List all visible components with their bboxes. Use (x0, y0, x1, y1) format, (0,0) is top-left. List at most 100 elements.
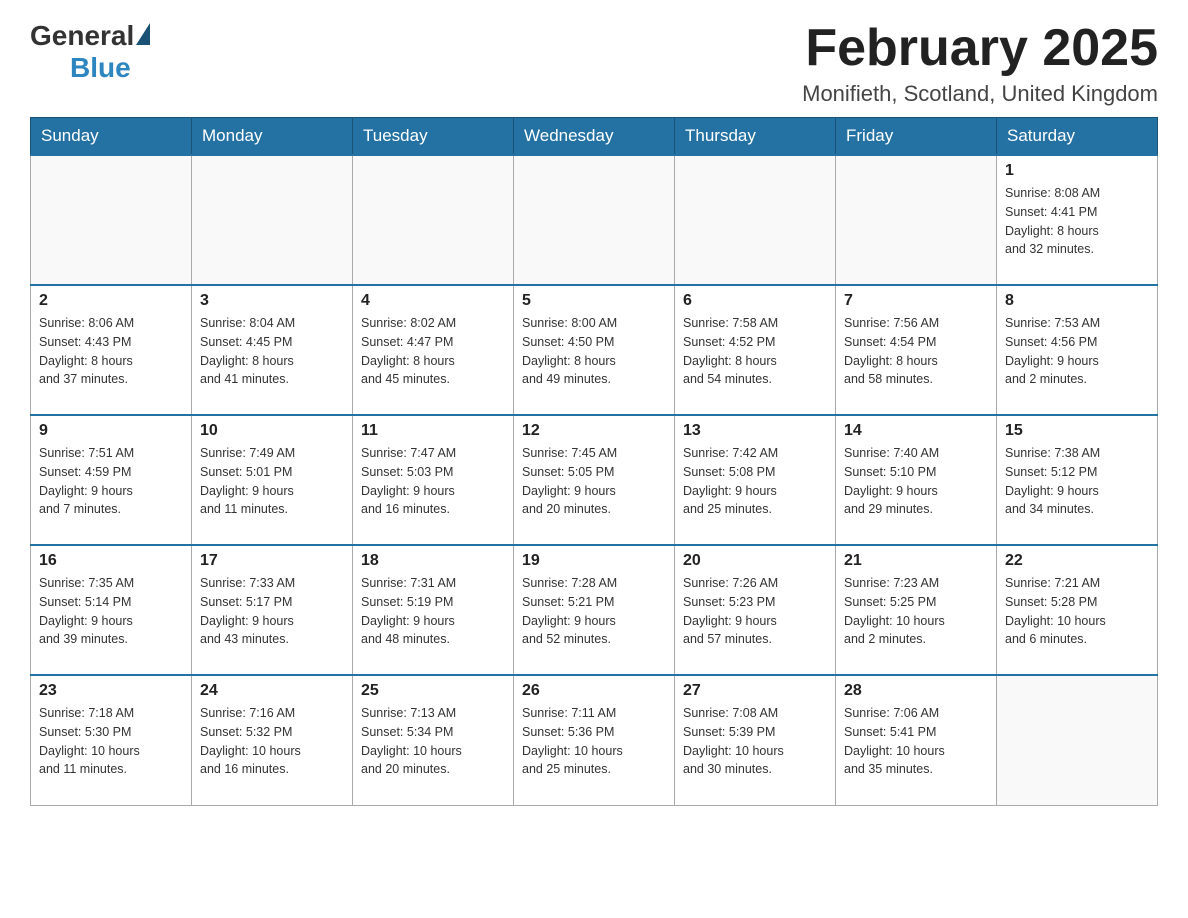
day-info: Sunrise: 7:38 AM Sunset: 5:12 PM Dayligh… (1005, 444, 1149, 519)
calendar-day-header: Monday (192, 118, 353, 156)
day-number: 1 (1005, 162, 1149, 180)
day-number: 22 (1005, 552, 1149, 570)
day-info: Sunrise: 7:56 AM Sunset: 4:54 PM Dayligh… (844, 314, 988, 389)
day-info: Sunrise: 7:06 AM Sunset: 5:41 PM Dayligh… (844, 704, 988, 779)
day-number: 21 (844, 552, 988, 570)
calendar-cell: 28 Sunrise: 7:06 AM Sunset: 5:41 PM Dayli… (836, 675, 997, 805)
calendar-cell: 20 Sunrise: 7:26 AM Sunset: 5:23 PM Dayli… (675, 545, 836, 675)
calendar-cell (31, 155, 192, 285)
day-number: 9 (39, 422, 183, 440)
calendar-cell (192, 155, 353, 285)
day-info: Sunrise: 7:33 AM Sunset: 5:17 PM Dayligh… (200, 574, 344, 649)
day-number: 26 (522, 682, 666, 700)
calendar-cell: 6 Sunrise: 7:58 AM Sunset: 4:52 PM Daylig… (675, 285, 836, 415)
logo: General Blue (30, 20, 150, 84)
calendar-cell (997, 675, 1158, 805)
day-info: Sunrise: 7:08 AM Sunset: 5:39 PM Dayligh… (683, 704, 827, 779)
calendar-day-header: Wednesday (514, 118, 675, 156)
calendar-cell: 21 Sunrise: 7:23 AM Sunset: 5:25 PM Dayli… (836, 545, 997, 675)
calendar-cell: 14 Sunrise: 7:40 AM Sunset: 5:10 PM Dayli… (836, 415, 997, 545)
calendar-cell: 5Sunrise: 8:00 AM Sunset: 4:50 PM Daylig… (514, 285, 675, 415)
calendar-day-header: Friday (836, 118, 997, 156)
calendar-day-header: Tuesday (353, 118, 514, 156)
page-header: General Blue February 2025 Monifieth, Sc… (30, 20, 1158, 107)
calendar-week-row: 9 Sunrise: 7:51 AM Sunset: 4:59 PM Daylig… (31, 415, 1158, 545)
day-number: 12 (522, 422, 666, 440)
calendar-week-row: 16 Sunrise: 7:35 AM Sunset: 5:14 PM Dayli… (31, 545, 1158, 675)
calendar-cell: 18 Sunrise: 7:31 AM Sunset: 5:19 PM Dayli… (353, 545, 514, 675)
calendar-cell: 19 Sunrise: 7:28 AM Sunset: 5:21 PM Dayli… (514, 545, 675, 675)
calendar-cell: 17 Sunrise: 7:33 AM Sunset: 5:17 PM Dayli… (192, 545, 353, 675)
day-info: Sunrise: 7:40 AM Sunset: 5:10 PM Dayligh… (844, 444, 988, 519)
day-info: Sunrise: 7:16 AM Sunset: 5:32 PM Dayligh… (200, 704, 344, 779)
day-info: Sunrise: 7:47 AM Sunset: 5:03 PM Dayligh… (361, 444, 505, 519)
calendar-cell: 12 Sunrise: 7:45 AM Sunset: 5:05 PM Dayli… (514, 415, 675, 545)
day-info: Sunrise: 7:53 AM Sunset: 4:56 PM Dayligh… (1005, 314, 1149, 389)
location-title: Monifieth, Scotland, United Kingdom (802, 81, 1158, 107)
calendar-day-header: Saturday (997, 118, 1158, 156)
day-info: Sunrise: 7:35 AM Sunset: 5:14 PM Dayligh… (39, 574, 183, 649)
calendar-cell: 15 Sunrise: 7:38 AM Sunset: 5:12 PM Dayli… (997, 415, 1158, 545)
day-info: Sunrise: 7:42 AM Sunset: 5:08 PM Dayligh… (683, 444, 827, 519)
calendar-header-row: SundayMondayTuesdayWednesdayThursdayFrid… (31, 118, 1158, 156)
day-info: Sunrise: 7:28 AM Sunset: 5:21 PM Dayligh… (522, 574, 666, 649)
calendar-cell: 27Sunrise: 7:08 AM Sunset: 5:39 PM Dayli… (675, 675, 836, 805)
calendar-cell: 9 Sunrise: 7:51 AM Sunset: 4:59 PM Daylig… (31, 415, 192, 545)
calendar-cell (353, 155, 514, 285)
day-info: Sunrise: 7:58 AM Sunset: 4:52 PM Dayligh… (683, 314, 827, 389)
day-number: 2 (39, 292, 183, 310)
day-number: 14 (844, 422, 988, 440)
day-info: Sunrise: 7:49 AM Sunset: 5:01 PM Dayligh… (200, 444, 344, 519)
day-number: 4 (361, 292, 505, 310)
day-number: 16 (39, 552, 183, 570)
day-number: 25 (361, 682, 505, 700)
day-info: Sunrise: 7:18 AM Sunset: 5:30 PM Dayligh… (39, 704, 183, 779)
day-number: 18 (361, 552, 505, 570)
calendar-cell: 7Sunrise: 7:56 AM Sunset: 4:54 PM Daylig… (836, 285, 997, 415)
calendar-cell: 26 Sunrise: 7:11 AM Sunset: 5:36 PM Dayli… (514, 675, 675, 805)
day-number: 17 (200, 552, 344, 570)
day-number: 24 (200, 682, 344, 700)
calendar-cell: 8 Sunrise: 7:53 AM Sunset: 4:56 PM Daylig… (997, 285, 1158, 415)
day-number: 13 (683, 422, 827, 440)
calendar-cell (836, 155, 997, 285)
day-number: 15 (1005, 422, 1149, 440)
day-number: 8 (1005, 292, 1149, 310)
day-number: 6 (683, 292, 827, 310)
day-info: Sunrise: 7:45 AM Sunset: 5:05 PM Dayligh… (522, 444, 666, 519)
day-info: Sunrise: 7:51 AM Sunset: 4:59 PM Dayligh… (39, 444, 183, 519)
day-info: Sunrise: 7:23 AM Sunset: 5:25 PM Dayligh… (844, 574, 988, 649)
calendar-cell: 23Sunrise: 7:18 AM Sunset: 5:30 PM Dayli… (31, 675, 192, 805)
month-title: February 2025 (802, 20, 1158, 77)
day-info: Sunrise: 7:31 AM Sunset: 5:19 PM Dayligh… (361, 574, 505, 649)
calendar-cell: 13 Sunrise: 7:42 AM Sunset: 5:08 PM Dayli… (675, 415, 836, 545)
logo-triangle-icon (136, 23, 150, 45)
calendar-cell: 10 Sunrise: 7:49 AM Sunset: 5:01 PM Dayli… (192, 415, 353, 545)
calendar-cell: 2 Sunrise: 8:06 AM Sunset: 4:43 PM Daylig… (31, 285, 192, 415)
calendar-cell: 1Sunrise: 8:08 AM Sunset: 4:41 PM Daylig… (997, 155, 1158, 285)
day-info: Sunrise: 7:13 AM Sunset: 5:34 PM Dayligh… (361, 704, 505, 779)
calendar-day-header: Sunday (31, 118, 192, 156)
day-info: Sunrise: 8:04 AM Sunset: 4:45 PM Dayligh… (200, 314, 344, 389)
day-info: Sunrise: 7:11 AM Sunset: 5:36 PM Dayligh… (522, 704, 666, 779)
calendar-cell: 25 Sunrise: 7:13 AM Sunset: 5:34 PM Dayli… (353, 675, 514, 805)
day-info: Sunrise: 7:21 AM Sunset: 5:28 PM Dayligh… (1005, 574, 1149, 649)
day-number: 20 (683, 552, 827, 570)
day-number: 3 (200, 292, 344, 310)
calendar-cell: 22 Sunrise: 7:21 AM Sunset: 5:28 PM Dayli… (997, 545, 1158, 675)
day-info: Sunrise: 8:06 AM Sunset: 4:43 PM Dayligh… (39, 314, 183, 389)
calendar-table: SundayMondayTuesdayWednesdayThursdayFrid… (30, 117, 1158, 806)
day-number: 10 (200, 422, 344, 440)
logo-general-text: General (30, 20, 134, 52)
day-info: Sunrise: 8:00 AM Sunset: 4:50 PM Dayligh… (522, 314, 666, 389)
calendar-week-row: 2 Sunrise: 8:06 AM Sunset: 4:43 PM Daylig… (31, 285, 1158, 415)
day-info: Sunrise: 8:02 AM Sunset: 4:47 PM Dayligh… (361, 314, 505, 389)
calendar-cell: 4 Sunrise: 8:02 AM Sunset: 4:47 PM Daylig… (353, 285, 514, 415)
calendar-week-row: 1Sunrise: 8:08 AM Sunset: 4:41 PM Daylig… (31, 155, 1158, 285)
calendar-cell (514, 155, 675, 285)
calendar-cell: 16 Sunrise: 7:35 AM Sunset: 5:14 PM Dayli… (31, 545, 192, 675)
day-info: Sunrise: 7:26 AM Sunset: 5:23 PM Dayligh… (683, 574, 827, 649)
day-number: 19 (522, 552, 666, 570)
day-number: 28 (844, 682, 988, 700)
calendar-week-row: 23Sunrise: 7:18 AM Sunset: 5:30 PM Dayli… (31, 675, 1158, 805)
